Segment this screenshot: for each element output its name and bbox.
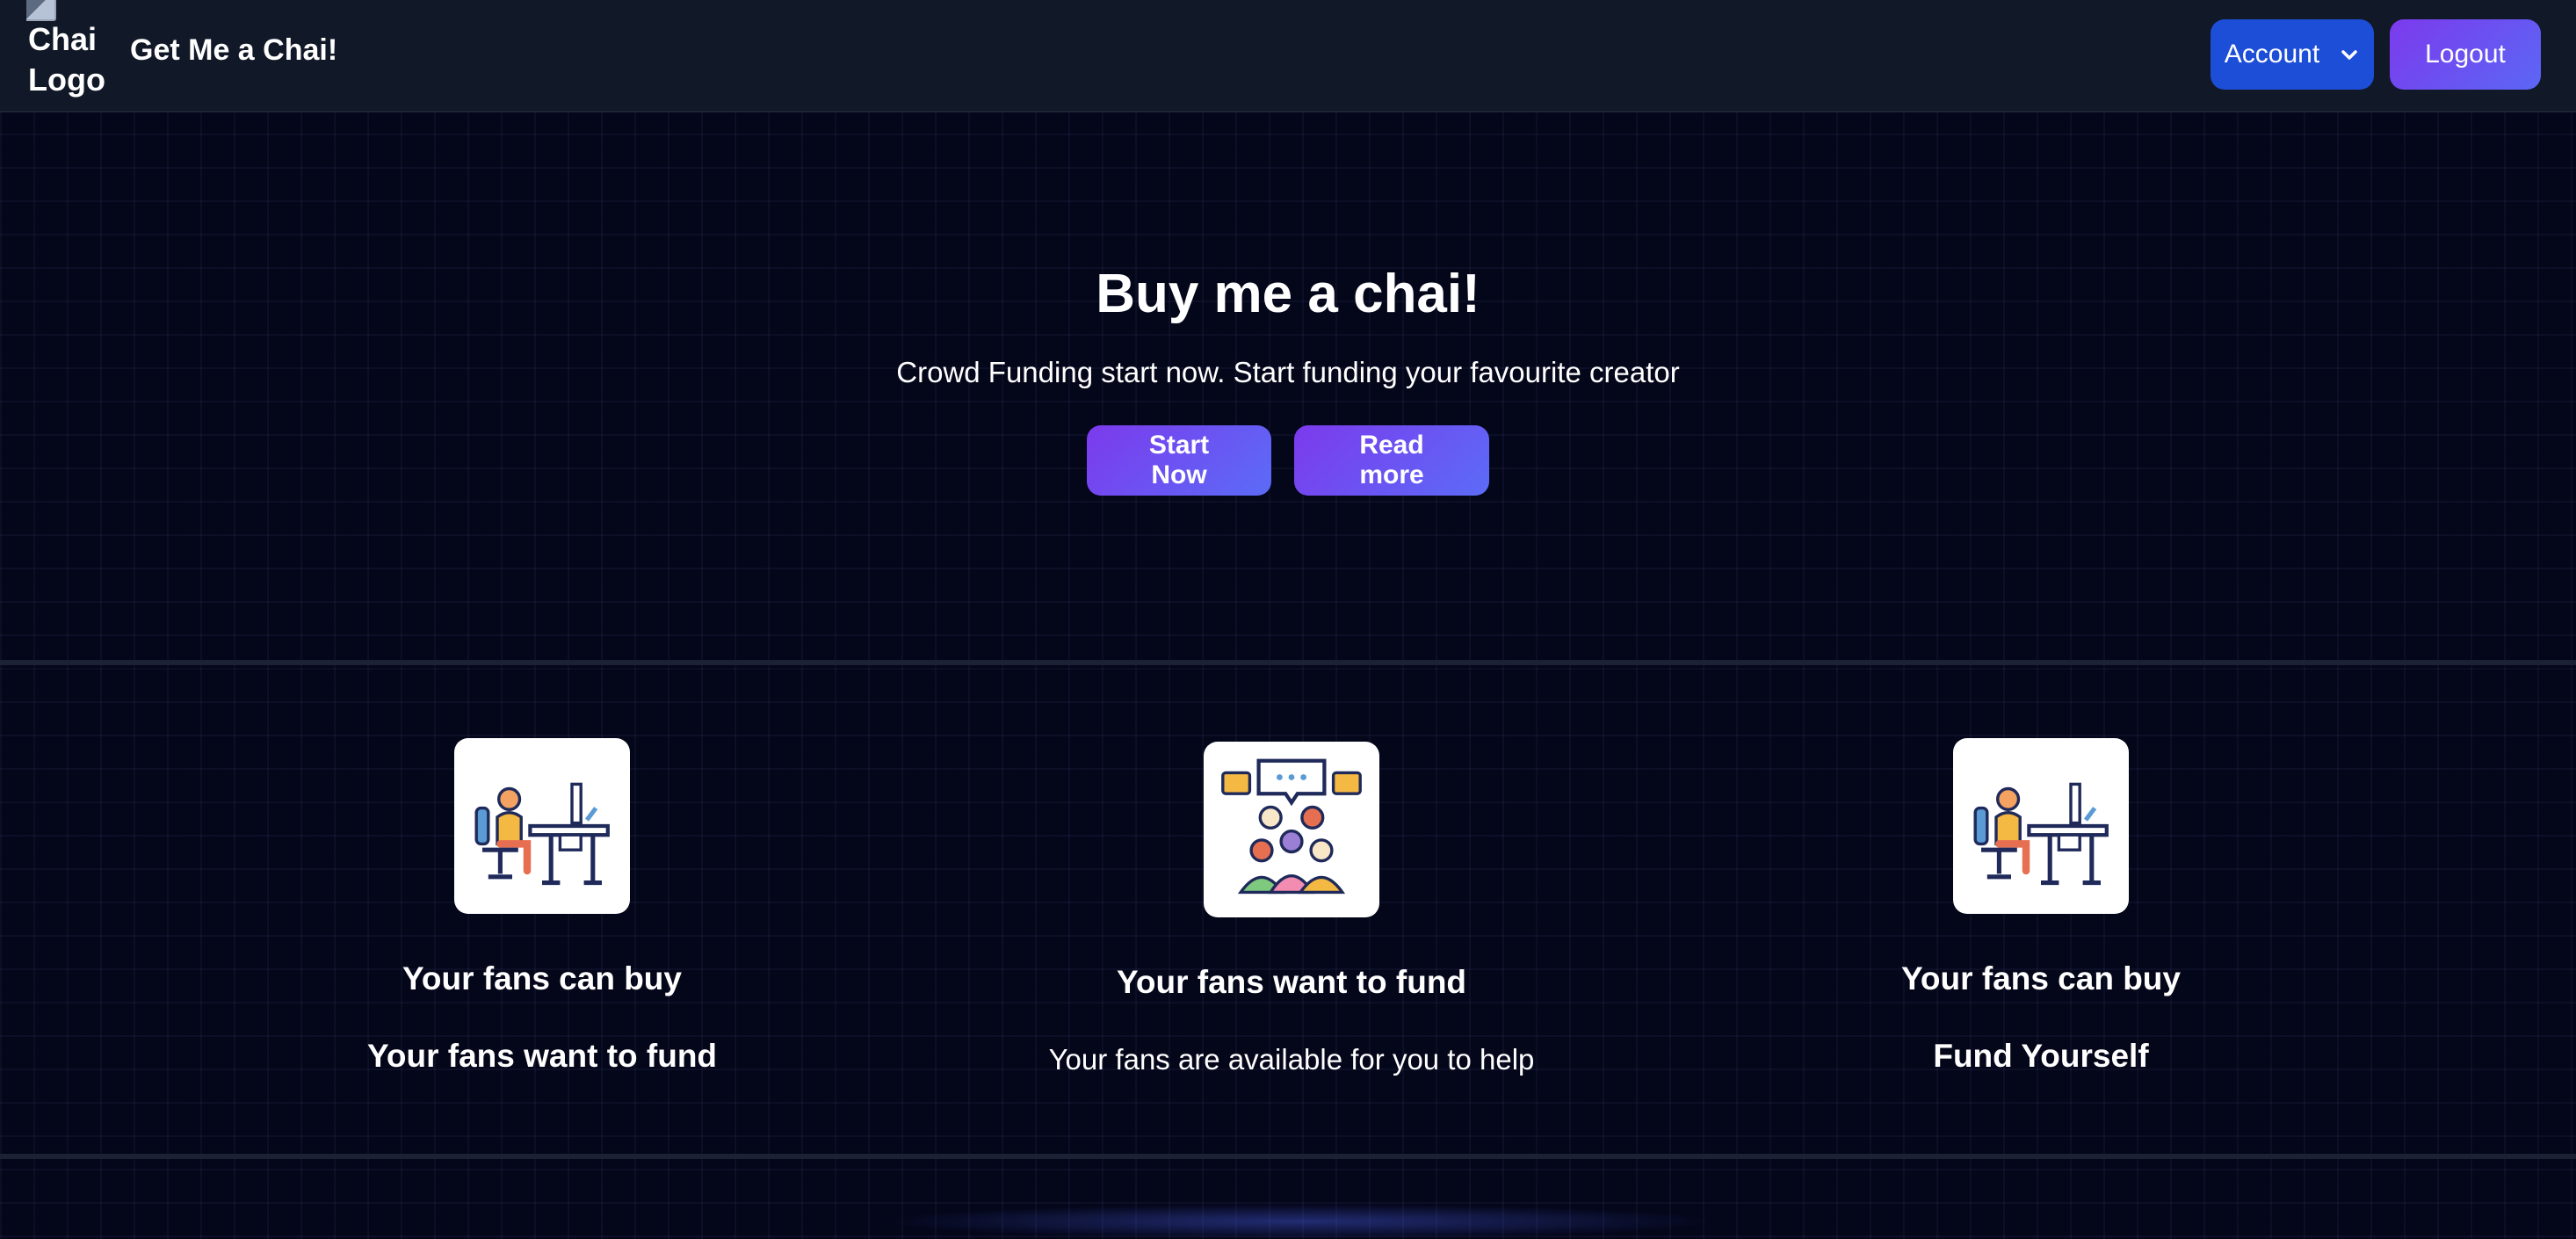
logo-alt-text: Chai Logo xyxy=(28,21,105,98)
features-section: Your fans can buy Your fans want to fund… xyxy=(0,738,2576,1090)
person-at-desk-icon xyxy=(474,782,610,886)
account-label: Account xyxy=(2224,40,2320,69)
feature-icon-box xyxy=(454,738,630,914)
feature-title: Your fans can buy xyxy=(1901,960,2181,996)
brand-name: Get Me a Chai! xyxy=(130,33,338,67)
chai-logo-image: Chai Logo xyxy=(26,0,105,111)
group-chat-icon xyxy=(1221,758,1362,895)
hero-title: Buy me a chai! xyxy=(1096,264,1480,324)
person-at-desk-icon xyxy=(1973,782,2109,886)
section-divider xyxy=(0,660,2576,665)
feature-subtitle: Fund Yourself xyxy=(1933,1038,2149,1074)
feature-subtitle: Your fans are available for you to help xyxy=(1048,1043,1535,1076)
read-more-button[interactable]: Read more xyxy=(1294,425,1489,496)
navbar: Chai Logo Get Me a Chai! Account Logout xyxy=(0,0,2576,112)
hero-subtitle: Crowd Funding start now. Start funding y… xyxy=(896,356,1680,388)
feature-subtitle: Your fans want to fund xyxy=(366,1038,718,1074)
chevron-down-icon xyxy=(2341,50,2357,60)
feature-card: Your fans can buy Fund Yourself xyxy=(1667,738,2415,1076)
feature-card: Your fans can buy Your fans want to fund xyxy=(168,738,916,1076)
logout-button[interactable]: Logout xyxy=(2390,19,2541,90)
nav-actions: Account Logout xyxy=(2211,19,2541,90)
account-dropdown-button[interactable]: Account xyxy=(2211,19,2374,90)
section-divider xyxy=(0,1154,2576,1159)
feature-icon-box xyxy=(1953,738,2129,914)
broken-image-icon xyxy=(26,0,56,21)
hero-buttons: Start Now Read more xyxy=(0,425,2576,496)
feature-title: Your fans can buy xyxy=(402,960,682,996)
feature-title: Your fans want to fund xyxy=(1116,964,1467,1000)
bottom-glow xyxy=(879,1204,1722,1239)
start-now-button[interactable]: Start Now xyxy=(1087,425,1271,496)
feature-icon-box xyxy=(1204,742,1379,917)
brand-link[interactable]: Chai Logo Get Me a Chai! xyxy=(26,0,337,111)
hero-section: Buy me a chai! Crowd Funding start now. … xyxy=(0,260,2576,496)
feature-card: Your fans want to fund Your fans are ava… xyxy=(917,738,1666,1079)
